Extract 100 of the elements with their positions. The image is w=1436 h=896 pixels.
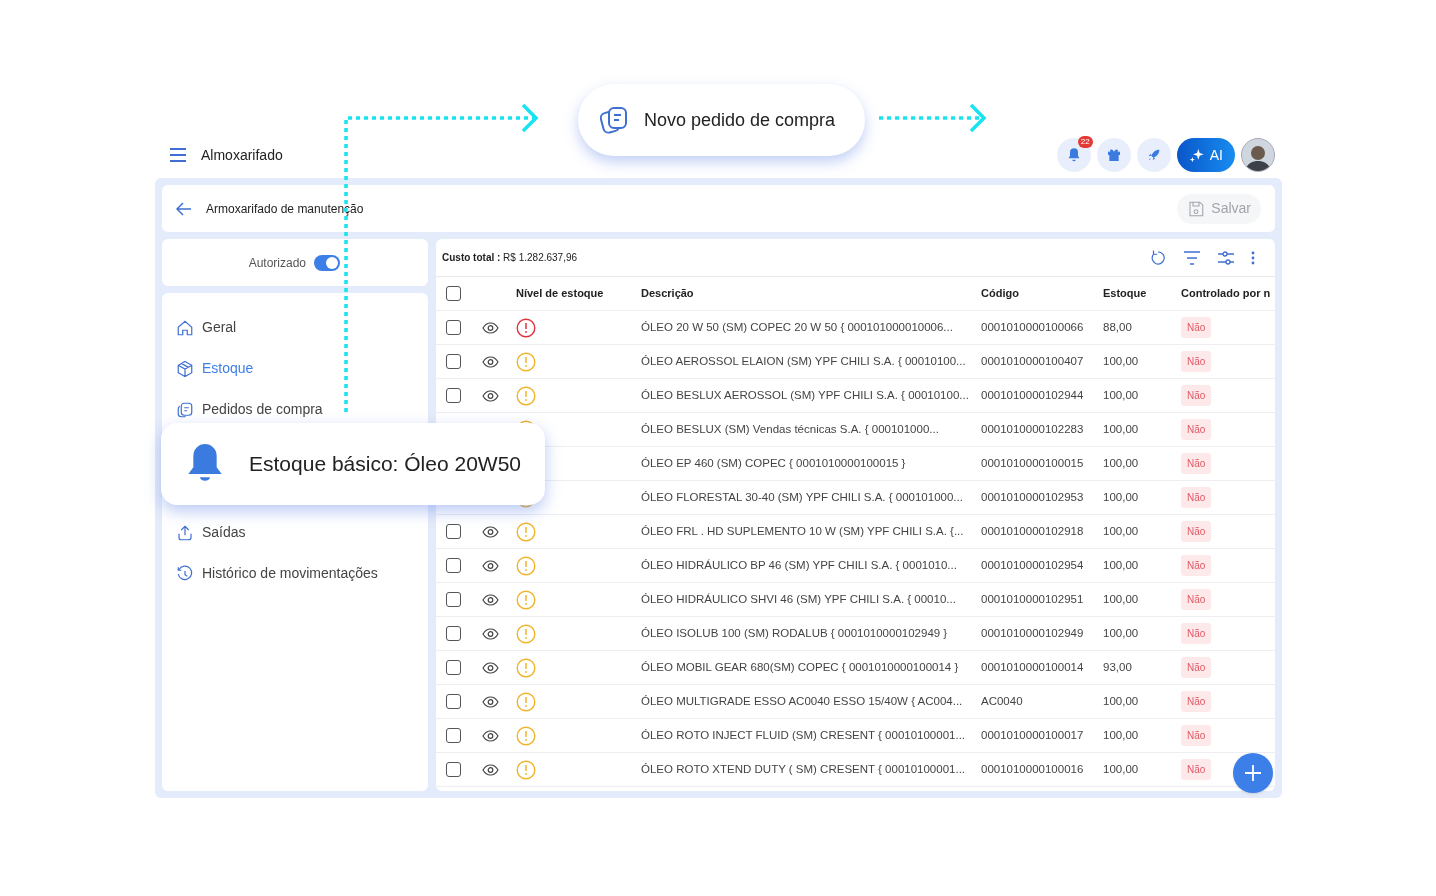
table-cell-text: 100,00 — [1102, 421, 1139, 437]
rocket-button[interactable] — [1136, 138, 1171, 172]
table-cell-text: 0001010000100066 — [980, 319, 1084, 335]
eye-icon[interactable] — [481, 695, 499, 708]
sparkle-icon — [1188, 147, 1205, 163]
sidebar-item[interactable]: Saídas — [176, 512, 414, 553]
alert-icon — [516, 759, 536, 780]
alert-icon — [516, 555, 536, 576]
eye-icon[interactable] — [481, 593, 499, 606]
notifications-button[interactable]: 22 — [1056, 138, 1091, 172]
row-checkbox[interactable] — [445, 558, 461, 573]
menu-icon[interactable] — [169, 148, 187, 162]
ai-button[interactable]: AI — [1176, 138, 1235, 172]
app-title: Almoxarifado — [201, 145, 283, 165]
eye-icon[interactable] — [481, 525, 499, 538]
row-checkbox[interactable] — [445, 592, 461, 607]
alert-icon — [516, 589, 536, 610]
avatar[interactable] — [1241, 138, 1275, 172]
column-header[interactable]: Código — [975, 285, 1097, 302]
row-checkbox[interactable] — [445, 354, 461, 369]
table-cell-text: ÓLEO AEROSSOL ELAION (SM) YPF CHILI S.A. { 00010100... — [640, 353, 966, 369]
table-cell-text: 93,00 — [1102, 659, 1132, 675]
table-cell-text: 0001010000102944 — [980, 387, 1084, 403]
status-tag: Não — [1181, 623, 1212, 644]
table-cell-text: 0001010000102954 — [980, 557, 1084, 573]
sidebar-item[interactable]: Geral — [176, 307, 414, 348]
status-tag: Não — [1181, 725, 1212, 746]
sliders-icon[interactable] — [1217, 249, 1235, 266]
column-header[interactable]: Estoque — [1097, 285, 1175, 302]
table-cell-text: 100,00 — [1102, 727, 1139, 743]
row-checkbox[interactable] — [445, 320, 461, 335]
table-cell-text: 100,00 — [1102, 693, 1139, 709]
refresh-icon[interactable] — [1149, 248, 1167, 267]
row-checkbox[interactable] — [445, 388, 461, 403]
eye-icon[interactable] — [481, 389, 499, 402]
status-tag: Não — [1181, 759, 1212, 780]
table-cell-text: ÓLEO FLORESTAL 30-40 (SM) YPF CHILI S.A. { 000101000... — [640, 489, 963, 505]
filter-icon[interactable] — [1183, 250, 1201, 265]
sidebar-item[interactable]: Estoque — [176, 348, 414, 389]
status-tag: Não — [1181, 317, 1212, 338]
status-tag: Não — [1181, 521, 1212, 542]
table-cell-text: ÓLEO ISOLUB 100 (SM) RODALUB { 0001010000102949 } — [640, 625, 948, 641]
row-checkbox[interactable] — [445, 694, 461, 709]
table-cell-text: 0001010000100016 — [980, 761, 1084, 777]
add-button[interactable] — [1233, 753, 1273, 793]
table-cell-text: 100,00 — [1102, 489, 1139, 505]
table-cell-text: ÓLEO BESLUX AEROSSOL (SM) YPF CHILI S.A. { 00010100... — [640, 387, 969, 403]
notification-text: Estoque básico: Óleo 20W50 — [249, 451, 521, 478]
row-checkbox[interactable] — [445, 728, 461, 743]
row-checkbox[interactable] — [445, 626, 461, 641]
eye-icon[interactable] — [481, 627, 499, 640]
back-arrow-icon[interactable] — [176, 201, 192, 216]
alert-icon — [516, 521, 536, 542]
table-cell-text: ÓLEO HIDRÁULICO BP 46 (SM) YPF CHILI S.A. { 0001010... — [640, 557, 957, 573]
column-header[interactable]: Descrição — [635, 285, 975, 302]
eye-icon[interactable] — [481, 355, 499, 368]
status-tag: Não — [1181, 453, 1212, 474]
table-cell-text: 100,00 — [1102, 591, 1139, 607]
status-tag: Não — [1181, 385, 1212, 406]
table-cell-text: ÓLEO MOBIL GEAR 680(SM) COPEC { 0001010000100014 } — [640, 659, 959, 675]
status-tag: Não — [1181, 691, 1212, 712]
history-icon — [176, 564, 194, 583]
table-cell-text: 0001010000102283 — [980, 421, 1084, 437]
authorized-label: Autorizado — [248, 254, 306, 272]
status-tag: Não — [1181, 351, 1212, 372]
table-cell-text: 100,00 — [1102, 523, 1139, 539]
table-cell-text: 88,00 — [1102, 319, 1132, 335]
table-cell-text: 100,00 — [1102, 625, 1139, 641]
eye-icon[interactable] — [481, 559, 499, 572]
eye-icon[interactable] — [481, 729, 499, 742]
eye-icon[interactable] — [481, 321, 499, 334]
select-all-checkbox[interactable] — [445, 286, 461, 301]
more-icon[interactable] — [1251, 250, 1255, 265]
table-cell-text: 100,00 — [1102, 557, 1139, 573]
alert-icon — [516, 317, 536, 338]
eye-icon[interactable] — [481, 661, 499, 674]
row-checkbox[interactable] — [445, 762, 461, 777]
table-cell-text: 100,00 — [1102, 761, 1139, 777]
authorized-toggle[interactable] — [314, 254, 340, 271]
table-cell-text: ÓLEO ROTO XTEND DUTY ( SM) CRESENT { 00010100001... — [640, 761, 966, 777]
notification-badge: 22 — [1077, 136, 1093, 148]
status-tag: Não — [1181, 657, 1212, 678]
table-cell-text: AC0040 — [980, 693, 1023, 709]
gift-button[interactable] — [1096, 138, 1131, 172]
eye-icon[interactable] — [481, 763, 499, 776]
column-header[interactable]: Nível de estoque — [510, 285, 635, 302]
status-tag: Não — [1181, 487, 1212, 508]
callout-label: Novo pedido de compra — [644, 108, 836, 132]
row-checkbox[interactable] — [445, 524, 461, 539]
table-cell-text: ÓLEO HIDRÁULICO SHVI 46 (SM) YPF CHILI S.A. { 00010... — [640, 591, 956, 607]
alert-icon — [516, 385, 536, 406]
row-checkbox[interactable] — [445, 660, 461, 675]
status-tag: Não — [1181, 419, 1212, 440]
table-cell-text: 0001010000100017 — [980, 727, 1084, 743]
sidebar-item[interactable]: Pedidos de compra — [176, 389, 414, 430]
sidebar-item[interactable]: Histórico de movimentações — [176, 553, 414, 594]
gift-icon — [1105, 147, 1122, 163]
alert-icon — [516, 623, 536, 644]
table-cell-text: ÓLEO MULTIGRADE ESSO AC0040 ESSO 15/40W { AC004... — [640, 693, 963, 709]
column-header[interactable]: Controlado por n — [1175, 285, 1275, 302]
